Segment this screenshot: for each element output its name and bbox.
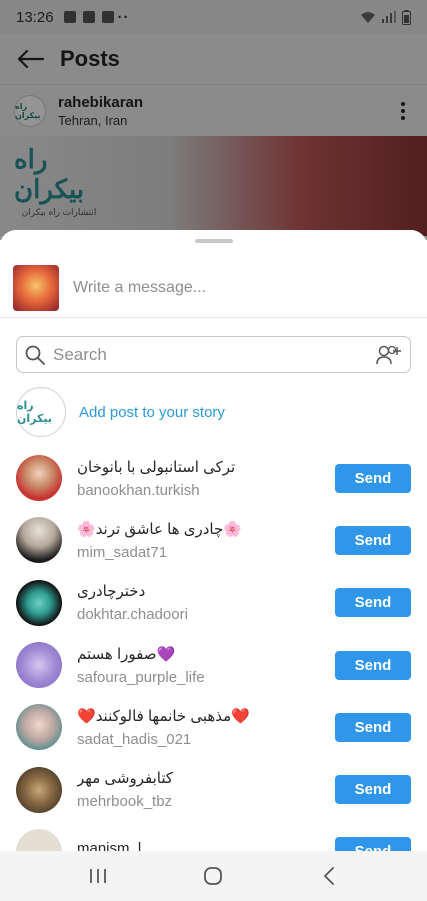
avatar: [16, 766, 62, 813]
send-button[interactable]: Send: [335, 525, 411, 555]
contact-name: ترکی استانبولی با بانوخان: [77, 458, 236, 476]
back-icon[interactable]: [309, 856, 349, 896]
list-item: دختر‌چادری dokhtar.chadoori Send: [0, 572, 427, 634]
contact-name: manism_l: [77, 840, 142, 851]
sheet-drag-handle[interactable]: [195, 239, 233, 243]
story-avatar: راه بیکران: [16, 387, 66, 437]
contact-name: دختر‌چادری: [77, 583, 146, 601]
contact-name: کتابفروشی مهر: [77, 770, 173, 788]
add-people-icon[interactable]: [376, 342, 402, 368]
send-button[interactable]: Send: [335, 837, 411, 851]
contact-name: 🌸چادری ها عاشق ترند🌸: [77, 520, 242, 538]
avatar: [16, 704, 62, 751]
list-item: ترکی استانبولی با بانوخان banookhan.turki…: [0, 447, 427, 509]
share-sheet: راه بیکران Add post to your story ترکی ا…: [0, 230, 427, 851]
avatar: [16, 455, 62, 502]
avatar: [16, 828, 62, 851]
recents-icon[interactable]: [78, 856, 118, 896]
list-item: manism_l Send: [0, 821, 427, 851]
list-item: صفورا هستم💜 safoura_purple_life Send: [0, 634, 427, 696]
contact-handle: safoura_purple_life: [77, 668, 205, 686]
search-input[interactable]: [53, 344, 353, 365]
list-item: 🌸چادری ها عاشق ترند🌸 mim_sadat71 Send: [0, 509, 427, 571]
add-to-story-row[interactable]: راه بیکران Add post to your story: [0, 387, 427, 437]
contact-handle: dokhtar.chadoori: [77, 606, 188, 624]
home-icon[interactable]: [193, 856, 233, 896]
message-input[interactable]: [73, 278, 403, 297]
system-nav-bar: [0, 851, 427, 901]
send-button[interactable]: Send: [335, 650, 411, 680]
contact-handle: mim_sadat71: [77, 543, 168, 561]
contact-name: صفورا هستم💜: [77, 645, 176, 663]
contact-handle: sadat_hadis_021: [77, 730, 192, 748]
add-to-story-label[interactable]: Add post to your story: [79, 404, 225, 421]
list-item: ❤️مذهبی خانمها فالوکنند❤️ sadat_hadis_021…: [0, 696, 427, 758]
avatar: [16, 517, 62, 564]
search-icon: [25, 345, 45, 365]
contact-handle: mehrbook_tbz: [77, 793, 173, 811]
send-button[interactable]: Send: [335, 712, 411, 742]
post-thumbnail: [13, 264, 59, 311]
contact-name: ❤️مذهبی خانمها فالوکنند❤️: [77, 707, 250, 725]
message-row: [0, 258, 427, 318]
contact-handle: banookhan.turkish: [77, 481, 200, 499]
contact-list: ترکی استانبولی با بانوخان banookhan.turki…: [0, 447, 427, 851]
send-button[interactable]: Send: [335, 775, 411, 805]
send-button[interactable]: Send: [335, 463, 411, 493]
avatar: [16, 579, 62, 626]
avatar: [16, 642, 62, 689]
list-item: کتابفروشی مهر mehrbook_tbz Send: [0, 758, 427, 820]
modal-backdrop[interactable]: [0, 0, 427, 240]
send-button[interactable]: Send: [335, 588, 411, 618]
search-box: [16, 336, 411, 373]
